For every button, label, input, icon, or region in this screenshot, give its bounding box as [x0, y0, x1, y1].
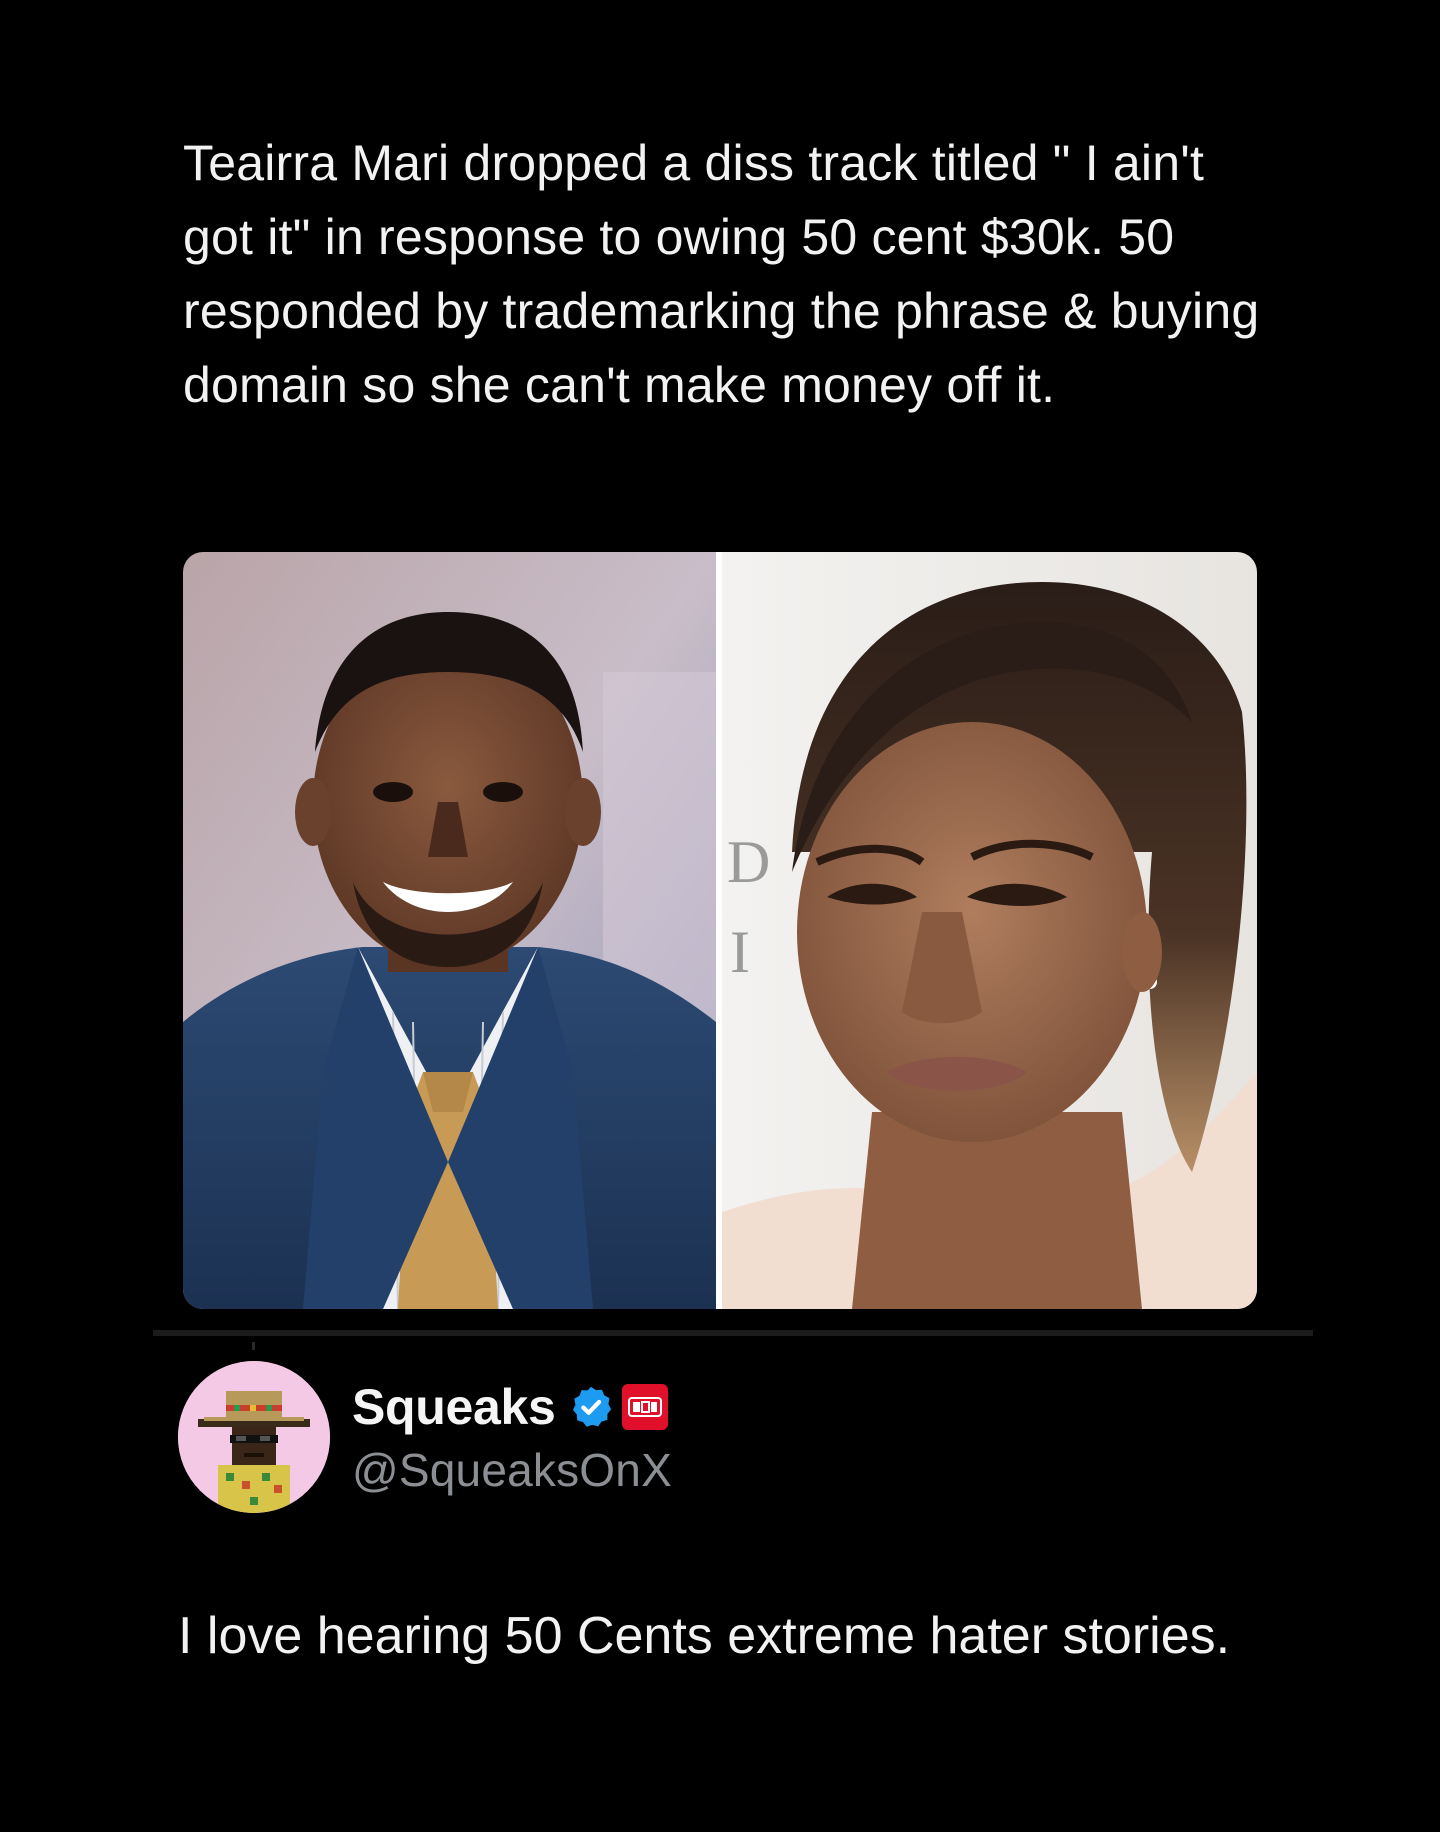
reply-text: I love hearing 50 Cents extreme hater st…	[178, 1607, 1231, 1665]
author-meta: Squeaks @SqueaksOnX	[352, 1377, 672, 1497]
display-name[interactable]: Squeaks	[352, 1378, 556, 1436]
divider	[153, 1330, 1313, 1336]
author-row: Squeaks @SqueaksOnX	[178, 1361, 672, 1513]
left-photo[interactable]	[183, 552, 716, 1309]
affiliate-badge-icon	[621, 1384, 668, 1430]
divider-mark	[252, 1342, 255, 1350]
media-grid[interactable]: D I	[183, 552, 1257, 1309]
quoted-post-text: Teairra Mari dropped a diss track titled…	[183, 135, 1260, 413]
avatar[interactable]	[178, 1361, 330, 1513]
svg-text:I: I	[730, 919, 750, 985]
name-line: Squeaks	[352, 1377, 672, 1437]
verified-badge-icon	[568, 1384, 614, 1430]
right-photo[interactable]: D I	[722, 552, 1257, 1309]
handle[interactable]: @SqueaksOnX	[352, 1443, 672, 1497]
svg-text:D: D	[727, 829, 770, 895]
